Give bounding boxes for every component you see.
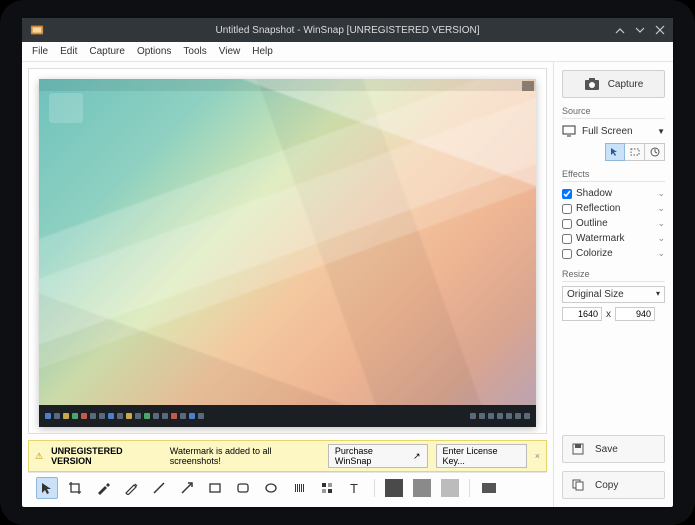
blur-tool[interactable] <box>288 477 310 499</box>
menu-tools[interactable]: Tools <box>183 46 206 57</box>
effect-checkbox[interactable] <box>562 219 572 229</box>
capture-button[interactable]: Capture <box>562 70 665 98</box>
external-link-icon: ↗ <box>413 451 421 462</box>
effect-colorize[interactable]: Colorize ⌄ <box>562 246 665 261</box>
color-swatch-light[interactable] <box>439 477 461 499</box>
resize-mode-selector[interactable]: Original Size▾ <box>562 286 665 303</box>
resize-height-input[interactable] <box>615 307 655 321</box>
svg-text:T: T <box>350 481 358 495</box>
nag-close-icon[interactable]: × <box>535 451 540 461</box>
titlebar: Untitled Snapshot - WinSnap [UNREGISTERE… <box>22 18 673 42</box>
menu-view[interactable]: View <box>219 46 241 57</box>
save-button[interactable]: Save <box>562 435 665 463</box>
effect-label: Colorize <box>576 248 613 259</box>
menu-file[interactable]: File <box>32 46 48 57</box>
chevron-down-icon[interactable]: ⌄ <box>657 203 665 214</box>
desktop-widget-icon <box>49 93 83 123</box>
crop-tool[interactable] <box>64 477 86 499</box>
source-heading: Source <box>562 106 665 119</box>
preview-close-icon <box>522 81 534 91</box>
highlighter-tool[interactable] <box>92 477 114 499</box>
color-swatch-medium[interactable] <box>411 477 433 499</box>
resize-width-input[interactable] <box>562 307 602 321</box>
effects-heading: Effects <box>562 169 665 182</box>
nag-bar: ⚠ UNREGISTERED VERSION Watermark is adde… <box>28 440 547 472</box>
color-swatch-dark[interactable] <box>383 477 405 499</box>
copy-button[interactable]: Copy <box>562 471 665 499</box>
stroke-width-tool[interactable] <box>478 477 500 499</box>
warning-icon: ⚠ <box>35 451 43 462</box>
draw-toolbar: T <box>28 472 547 503</box>
close-button[interactable] <box>655 25 665 35</box>
capture-mode-pointer[interactable] <box>605 143 625 161</box>
pointer-tool[interactable] <box>36 477 58 499</box>
capture-mode-region[interactable] <box>625 143 645 161</box>
app-window: Untitled Snapshot - WinSnap [UNREGISTERE… <box>22 18 673 507</box>
text-tool[interactable]: T <box>344 477 366 499</box>
line-tool[interactable] <box>148 477 170 499</box>
effect-checkbox[interactable] <box>562 189 572 199</box>
menu-capture[interactable]: Capture <box>89 46 125 57</box>
effect-label: Shadow <box>576 188 612 199</box>
effect-checkbox[interactable] <box>562 249 572 259</box>
chevron-down-icon[interactable]: ⌄ <box>657 218 665 229</box>
rectangle-tool[interactable] <box>204 477 226 499</box>
menu-options[interactable]: Options <box>137 46 171 57</box>
dimension-separator: x <box>606 309 611 320</box>
taskbar <box>39 405 536 427</box>
window-title: Untitled Snapshot - WinSnap [UNREGISTERE… <box>22 25 673 36</box>
chevron-down-icon[interactable]: ⌄ <box>657 188 665 199</box>
effect-label: Watermark <box>576 233 625 244</box>
enter-license-button[interactable]: Enter License Key... <box>436 444 527 468</box>
effects-panel: Effects Shadow⌄Reflection⌄Outline⌄Waterm… <box>562 169 665 261</box>
effect-checkbox[interactable] <box>562 204 572 214</box>
maximize-button[interactable] <box>635 25 645 35</box>
source-panel: Source Full Screen ▼ <box>562 106 665 161</box>
effect-outline[interactable]: Outline ⌄ <box>562 216 665 231</box>
capture-mode-timed[interactable] <box>645 143 665 161</box>
purchase-button[interactable]: Purchase WinSnap↗ <box>328 444 428 468</box>
effect-reflection[interactable]: Reflection ⌄ <box>562 201 665 216</box>
effect-shadow[interactable]: Shadow ⌄ <box>562 186 665 201</box>
source-mode-selector[interactable]: Full Screen ▼ <box>562 123 665 139</box>
chevron-down-icon: ▾ <box>656 289 660 300</box>
resize-heading: Resize <box>562 269 665 282</box>
pixelate-tool[interactable] <box>316 477 338 499</box>
copy-icon <box>571 478 585 492</box>
chevron-down-icon[interactable]: ⌄ <box>657 233 665 244</box>
sidebar: Capture Source Full Screen ▼ Effects Sha… <box>553 62 673 507</box>
screenshot-preview <box>39 79 536 427</box>
rounded-rect-tool[interactable] <box>232 477 254 499</box>
effect-checkbox[interactable] <box>562 234 572 244</box>
camera-icon <box>584 77 600 91</box>
resize-panel: Resize Original Size▾ x <box>562 269 665 321</box>
pencil-tool[interactable] <box>120 477 142 499</box>
menubar: File Edit Capture Options Tools View Hel… <box>22 42 673 62</box>
effect-label: Outline <box>576 218 608 229</box>
minimize-button[interactable] <box>615 25 625 35</box>
arrow-tool[interactable] <box>176 477 198 499</box>
nag-text: Watermark is added to all screenshots! <box>170 446 320 466</box>
chevron-down-icon[interactable]: ⌄ <box>657 248 665 259</box>
canvas[interactable] <box>28 68 547 434</box>
effect-watermark[interactable]: Watermark ⌄ <box>562 231 665 246</box>
menu-edit[interactable]: Edit <box>60 46 77 57</box>
effect-label: Reflection <box>576 203 620 214</box>
save-icon <box>571 442 585 456</box>
chevron-down-icon: ▼ <box>657 127 665 136</box>
menu-help[interactable]: Help <box>252 46 273 57</box>
nag-heading: UNREGISTERED VERSION <box>51 446 162 466</box>
monitor-icon <box>562 125 576 137</box>
ellipse-tool[interactable] <box>260 477 282 499</box>
app-icon <box>30 23 44 37</box>
